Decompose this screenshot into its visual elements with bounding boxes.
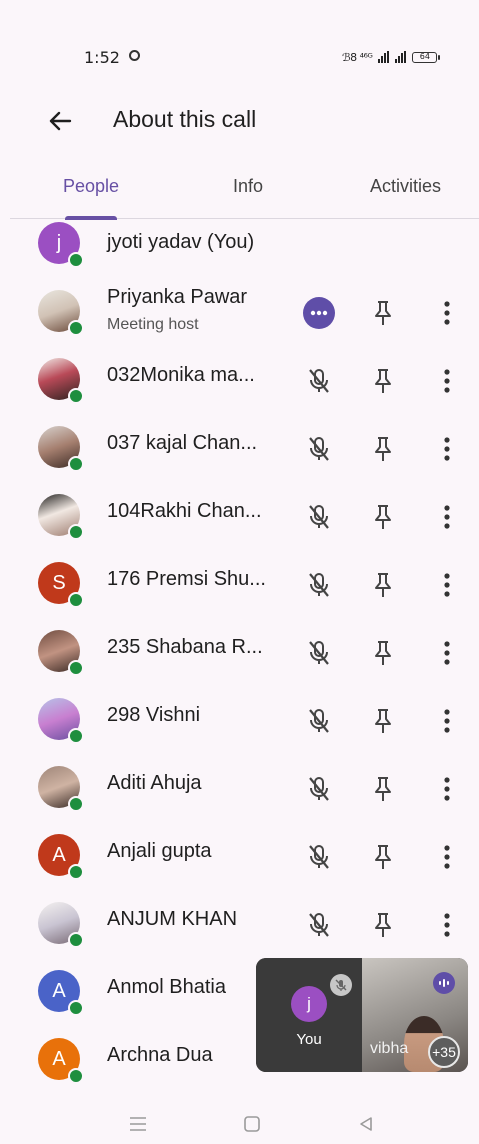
participant-name: Priyanka Pawar bbox=[107, 286, 248, 308]
pin-icon[interactable] bbox=[366, 908, 400, 942]
online-status-icon bbox=[68, 864, 84, 880]
online-status-icon bbox=[68, 932, 84, 948]
more-options-icon[interactable] bbox=[430, 296, 464, 330]
more-options-icon[interactable] bbox=[430, 500, 464, 534]
tab-bar: People Info Activities bbox=[10, 162, 479, 220]
pip-more-count: +35 bbox=[428, 1036, 460, 1068]
pin-icon[interactable] bbox=[366, 364, 400, 398]
online-status-icon bbox=[68, 456, 84, 472]
picture-in-picture[interactable]: j You vibha +35 bbox=[256, 958, 468, 1072]
pin-icon[interactable] bbox=[366, 636, 400, 670]
mic-off-icon[interactable] bbox=[302, 772, 336, 806]
pip-self-avatar: j bbox=[291, 986, 327, 1022]
participant-row[interactable]: j jyoti yadav (You) bbox=[0, 212, 479, 280]
participant-name: 298 Vishni bbox=[107, 704, 201, 726]
online-status-icon bbox=[68, 592, 84, 608]
online-status-icon bbox=[68, 1000, 84, 1016]
back-arrow-icon[interactable] bbox=[46, 107, 74, 135]
participant-name: 235 Shabana R... bbox=[107, 636, 263, 658]
participant-row[interactable]: 235 Shabana R... bbox=[0, 620, 479, 688]
host-menu-button[interactable] bbox=[302, 296, 336, 330]
participant-name: Aditi Ahuja bbox=[107, 772, 202, 794]
participant-name: 037 kajal Chan... bbox=[107, 432, 258, 454]
online-status-icon bbox=[68, 1068, 84, 1084]
participant-name: jyoti yadav (You) bbox=[107, 231, 255, 253]
pin-icon[interactable] bbox=[366, 296, 400, 330]
mic-off-icon[interactable] bbox=[302, 908, 336, 942]
home-icon[interactable] bbox=[240, 1112, 264, 1136]
notification-icon bbox=[129, 50, 140, 61]
mic-off-icon[interactable] bbox=[302, 704, 336, 738]
pip-participant-name: vibha bbox=[370, 1040, 409, 1057]
app-bar: About this call bbox=[0, 90, 479, 150]
tab-people[interactable]: People bbox=[63, 176, 119, 197]
online-status-icon bbox=[68, 660, 84, 676]
mic-off-icon bbox=[330, 974, 352, 996]
online-status-icon bbox=[68, 320, 84, 336]
participant-name: 176 Premsi Shu... bbox=[107, 568, 266, 590]
pin-icon[interactable] bbox=[366, 432, 400, 466]
participant-name: Archna Dua bbox=[107, 1044, 213, 1066]
pin-icon[interactable] bbox=[366, 772, 400, 806]
more-options-icon[interactable] bbox=[430, 432, 464, 466]
page-title: About this call bbox=[113, 106, 257, 132]
more-options-icon[interactable] bbox=[430, 568, 464, 602]
pin-icon[interactable] bbox=[366, 500, 400, 534]
online-status-icon bbox=[68, 728, 84, 744]
speaking-icon bbox=[433, 972, 455, 994]
more-options-icon[interactable] bbox=[430, 772, 464, 806]
participant-row[interactable]: 037 kajal Chan... bbox=[0, 416, 479, 484]
signal-icon-2 bbox=[395, 51, 407, 63]
battery-icon: 64 bbox=[412, 51, 441, 63]
pin-icon[interactable] bbox=[366, 704, 400, 738]
participant-row[interactable]: 032Monika ma... bbox=[0, 348, 479, 416]
online-status-icon bbox=[68, 524, 84, 540]
participant-row[interactable]: A Anjali gupta bbox=[0, 824, 479, 892]
pip-self-label: You bbox=[296, 1031, 322, 1048]
participant-role: Meeting host bbox=[107, 316, 199, 333]
participant-row[interactable]: S 176 Premsi Shu... bbox=[0, 552, 479, 620]
pin-icon[interactable] bbox=[366, 840, 400, 874]
mic-off-icon[interactable] bbox=[302, 568, 336, 602]
participant-name: Anmol Bhatia bbox=[107, 976, 226, 998]
recent-apps-icon[interactable] bbox=[126, 1112, 150, 1136]
more-options-icon[interactable] bbox=[430, 704, 464, 738]
participant-name: 032Monika ma... bbox=[107, 364, 255, 386]
participant-row[interactable]: 298 Vishni bbox=[0, 688, 479, 756]
pip-self-tile: j You bbox=[256, 958, 362, 1072]
status-indicators: ℬ8 ⁴⁶ᴳ 64 bbox=[342, 49, 441, 65]
online-status-icon bbox=[68, 388, 84, 404]
back-icon[interactable] bbox=[354, 1112, 378, 1136]
online-status-icon bbox=[68, 252, 84, 268]
tab-info[interactable]: Info bbox=[233, 176, 263, 197]
tab-activities[interactable]: Activities bbox=[370, 176, 441, 197]
status-time: 1:52 bbox=[84, 48, 120, 67]
more-options-icon[interactable] bbox=[430, 364, 464, 398]
participant-row[interactable]: Aditi Ahuja bbox=[0, 756, 479, 824]
online-status-icon bbox=[68, 796, 84, 812]
participant-name: 104Rakhi Chan... bbox=[107, 500, 262, 522]
more-options-icon[interactable] bbox=[430, 840, 464, 874]
mic-off-icon[interactable] bbox=[302, 636, 336, 670]
mic-off-icon[interactable] bbox=[302, 364, 336, 398]
pin-icon[interactable] bbox=[366, 568, 400, 602]
more-options-icon[interactable] bbox=[430, 636, 464, 670]
system-nav-bar bbox=[0, 1100, 479, 1144]
participant-row[interactable]: Priyanka Pawar Meeting host bbox=[0, 280, 479, 348]
more-options-icon[interactable] bbox=[430, 908, 464, 942]
participant-name: ANJUM KHAN bbox=[107, 908, 238, 930]
signal-icon bbox=[378, 51, 390, 63]
mic-off-icon[interactable] bbox=[302, 500, 336, 534]
mic-off-icon[interactable] bbox=[302, 840, 336, 874]
participant-row[interactable]: ANJUM KHAN bbox=[0, 892, 479, 960]
participant-name: Anjali gupta bbox=[107, 840, 212, 862]
network-type-label: ℬ8 ⁴⁶ᴳ bbox=[342, 50, 373, 64]
mic-off-icon[interactable] bbox=[302, 432, 336, 466]
participant-row[interactable]: 104Rakhi Chan... bbox=[0, 484, 479, 552]
